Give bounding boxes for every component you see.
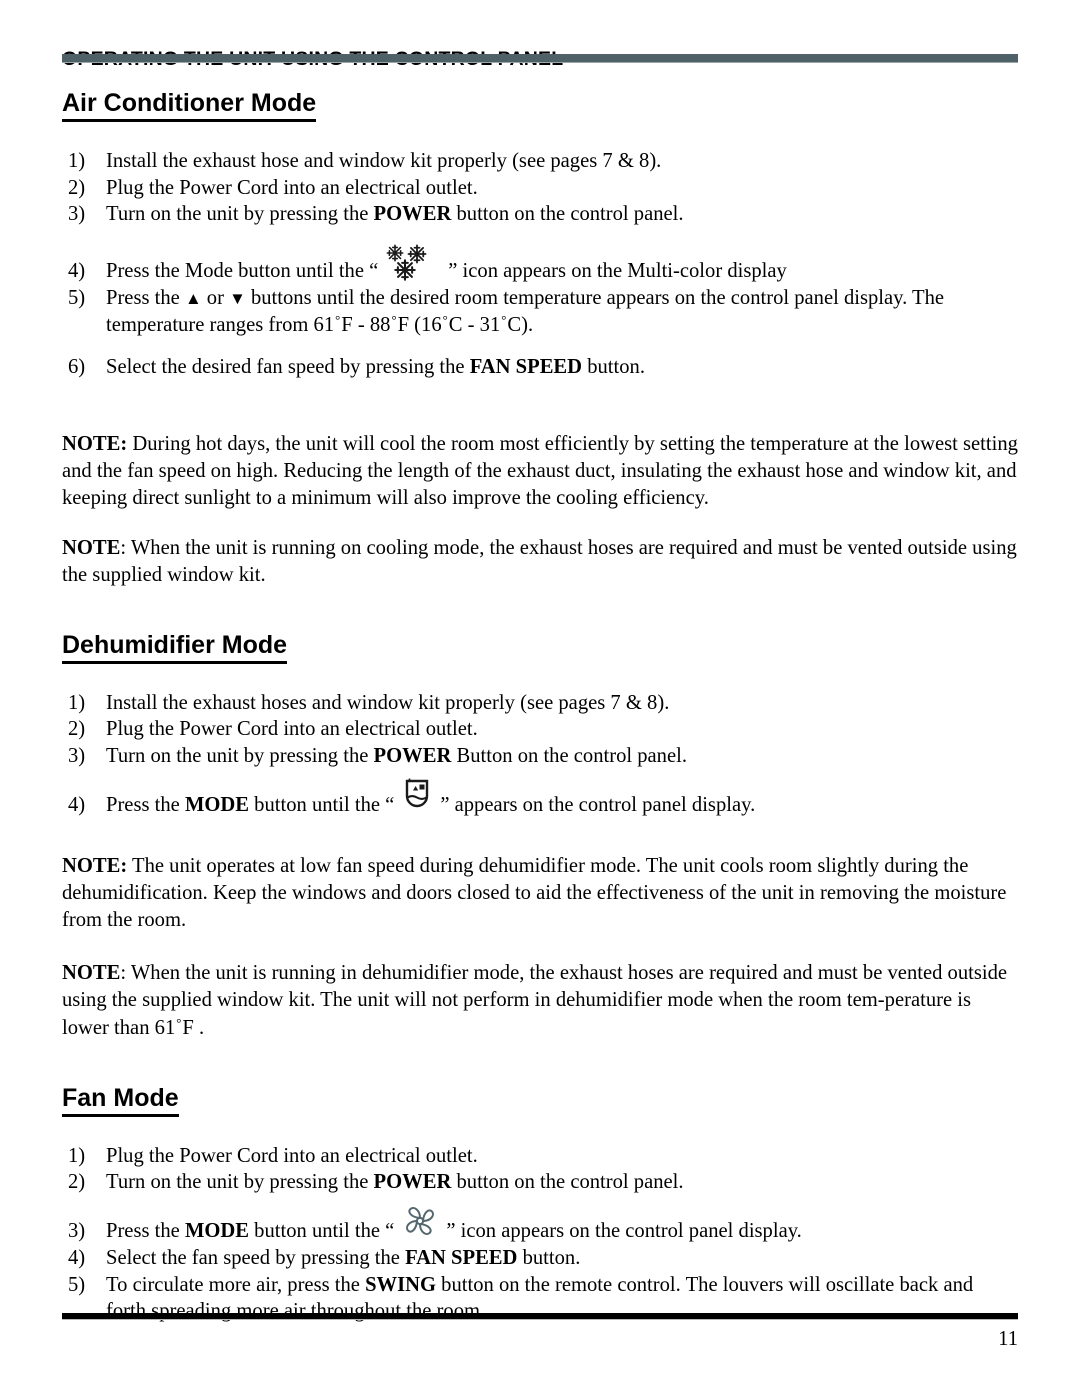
- section-heading-fan: Fan Mode: [62, 1084, 179, 1117]
- bold-power-label: POWER: [373, 1171, 452, 1194]
- list-item-text-post: Button on the control panel.: [451, 745, 687, 768]
- list-marker: 4): [68, 794, 86, 817]
- list-item: 4) Select the fan speed by pressing the …: [62, 1245, 1018, 1272]
- bold-power-label: POWER: [373, 745, 452, 768]
- temp-text-2: F (16: [397, 313, 442, 336]
- list-item-text-post: button on the control panel.: [451, 1171, 684, 1194]
- list-item: 2) Plug the Power Cord into an electrica…: [62, 716, 1018, 743]
- note-text: : When the unit is running on cooling mo…: [62, 536, 1017, 586]
- dehumidifier-bucket-icon: [400, 778, 434, 817]
- list-item: 4) Press the MODE button until the “ ” a…: [62, 778, 1018, 819]
- list-marker: 3): [68, 203, 86, 226]
- list-item-text-post: ” appears on the control panel display.: [440, 794, 756, 817]
- fan-blade-icon: [400, 1207, 440, 1243]
- fan-mode-steps: 1) Plug the Power Cord into an electrica…: [62, 1143, 1018, 1326]
- header-rule: [62, 54, 1018, 63]
- list-item-text-mid: or: [201, 286, 230, 309]
- list-marker: 4): [68, 260, 86, 283]
- list-item-text-post: button.: [582, 356, 645, 379]
- bold-fan-speed-label: FAN SPEED: [405, 1246, 518, 1269]
- list-item-text: Plug the Power Cord into an electrical o…: [106, 718, 478, 741]
- list-item-text-mid: button until the “: [249, 794, 395, 817]
- temp-text-1: F - 88: [341, 313, 391, 336]
- list-item-text-mid: button until the “: [249, 1220, 395, 1243]
- page-number: 11: [998, 1328, 1018, 1350]
- list-item: 3) Turn on the unit by pressing the POWE…: [62, 201, 1018, 228]
- list-marker: 2): [68, 1171, 86, 1194]
- note-text: During hot days, the unit will cool the …: [62, 433, 1018, 510]
- list-item-text-post: ” icon appears on the Multi-color displa…: [448, 260, 787, 283]
- note-paragraph: NOTE: During hot days, the unit will coo…: [62, 431, 1018, 513]
- note-paragraph: NOTE: The unit operates at low fan speed…: [62, 853, 1018, 935]
- list-item-text: Install the exhaust hoses and window kit…: [106, 691, 670, 714]
- list-item-text-pre: Turn on the unit by pressing the: [106, 745, 374, 768]
- list-item: 1) Install the exhaust hoses and window …: [62, 690, 1018, 717]
- list-item: 6) Select the desired fan speed by press…: [62, 354, 1018, 381]
- list-item-text-post: button.: [517, 1246, 581, 1269]
- list-item: 1) Install the exhaust hose and window k…: [62, 148, 1018, 175]
- list-marker: 1): [68, 1144, 86, 1167]
- note-label: NOTE: [62, 962, 121, 985]
- bold-mode-label: MODE: [184, 794, 250, 817]
- degree-symbol: °: [442, 312, 448, 327]
- list-item: 5) Press the ▲ or ▼ buttons until the de…: [62, 285, 1018, 339]
- note-text: The unit operates at low fan speed durin…: [62, 854, 1007, 932]
- list-item-text-post: button on the control panel.: [451, 203, 684, 226]
- note-text-tail: F .: [182, 1016, 205, 1039]
- degree-symbol: °: [391, 312, 397, 327]
- document-page: OPERATING THE UNIT USING THE CONTROL PAN…: [0, 0, 1080, 1397]
- list-marker: 3): [68, 745, 86, 768]
- list-item: 1) Plug the Power Cord into an electrica…: [62, 1143, 1018, 1170]
- list-marker: 1): [68, 691, 86, 714]
- bold-power-label: POWER: [373, 203, 452, 226]
- list-item: 3) Press the MODE button until the “ ” i…: [62, 1207, 1018, 1245]
- list-item-text-pre: Select the desired fan speed by pressing…: [106, 356, 470, 379]
- list-item-text-pre: Turn on the unit by pressing the: [106, 203, 374, 226]
- bold-fan-speed-label: FAN SPEED: [469, 356, 583, 379]
- note-paragraph: NOTE: When the unit is running in dehumi…: [62, 960, 1018, 1042]
- list-marker: 2): [68, 176, 86, 199]
- list-marker: 3): [68, 1220, 86, 1243]
- list-item-text-pre: Press the: [106, 286, 185, 309]
- note-label: NOTE: [62, 536, 121, 559]
- list-item-text-pre: Press the: [106, 1220, 185, 1243]
- bold-swing-label: SWING: [365, 1273, 437, 1296]
- list-item-text: Plug the Power Cord into an electrical o…: [106, 1144, 478, 1167]
- temp-text-4: C).: [507, 313, 534, 336]
- bold-mode-label: MODE: [184, 1220, 250, 1243]
- list-item-text-pre: Press the Mode button until the “: [106, 260, 379, 283]
- list-item-text-post: ” icon appears on the control panel disp…: [446, 1220, 802, 1243]
- triangle-down-icon: ▼: [229, 288, 246, 308]
- list-item-text-pre: Press the: [106, 794, 185, 817]
- list-item-text-pre: To circulate more air, press the: [106, 1273, 366, 1296]
- list-marker: 6): [68, 356, 86, 379]
- air-conditioner-steps: 1) Install the exhaust hose and window k…: [62, 148, 1018, 381]
- note-paragraph: NOTE: When the unit is running on coolin…: [62, 535, 1018, 589]
- list-item-text: Plug the Power Cord into an electrical o…: [106, 176, 478, 199]
- list-item-text-pre: Turn on the unit by pressing the: [106, 1171, 374, 1194]
- note-label: NOTE:: [62, 854, 128, 877]
- triangle-up-icon: ▲: [184, 288, 202, 308]
- list-item: 2) Plug the Power Cord into an electrica…: [62, 175, 1018, 202]
- list-item: 3) Turn on the unit by pressing the POWE…: [62, 743, 1018, 770]
- section-heading-air-conditioner: Air Conditioner Mode: [62, 89, 317, 122]
- temp-text-3: C - 31: [448, 313, 501, 336]
- list-marker: 1): [68, 149, 86, 172]
- list-item-text: Install the exhaust hose and window kit …: [106, 149, 662, 172]
- footer-rule: [62, 1313, 1018, 1320]
- snowflake-icon: [384, 244, 442, 283]
- section-heading-dehumidifier-wrap: Dehumidifier Mode: [62, 631, 1018, 664]
- list-marker: 5): [68, 1273, 86, 1296]
- list-marker: 2): [68, 718, 86, 741]
- list-marker: 4): [68, 1246, 86, 1269]
- section-heading-fan-wrap: Fan Mode: [62, 1084, 1018, 1117]
- list-item: 4) Press the Mode button until the “ ” i…: [62, 244, 1018, 285]
- note-label: NOTE:: [62, 433, 128, 456]
- list-item-text-pre: Select the fan speed by pressing the: [106, 1246, 406, 1269]
- dehumidifier-steps: 1) Install the exhaust hoses and window …: [62, 690, 1018, 819]
- list-item: 2) Turn on the unit by pressing the POWE…: [62, 1169, 1018, 1196]
- section-heading-air-conditioner-wrap: Air Conditioner Mode: [62, 89, 1018, 122]
- section-heading-dehumidifier: Dehumidifier Mode: [62, 631, 288, 664]
- list-marker: 5): [68, 286, 86, 309]
